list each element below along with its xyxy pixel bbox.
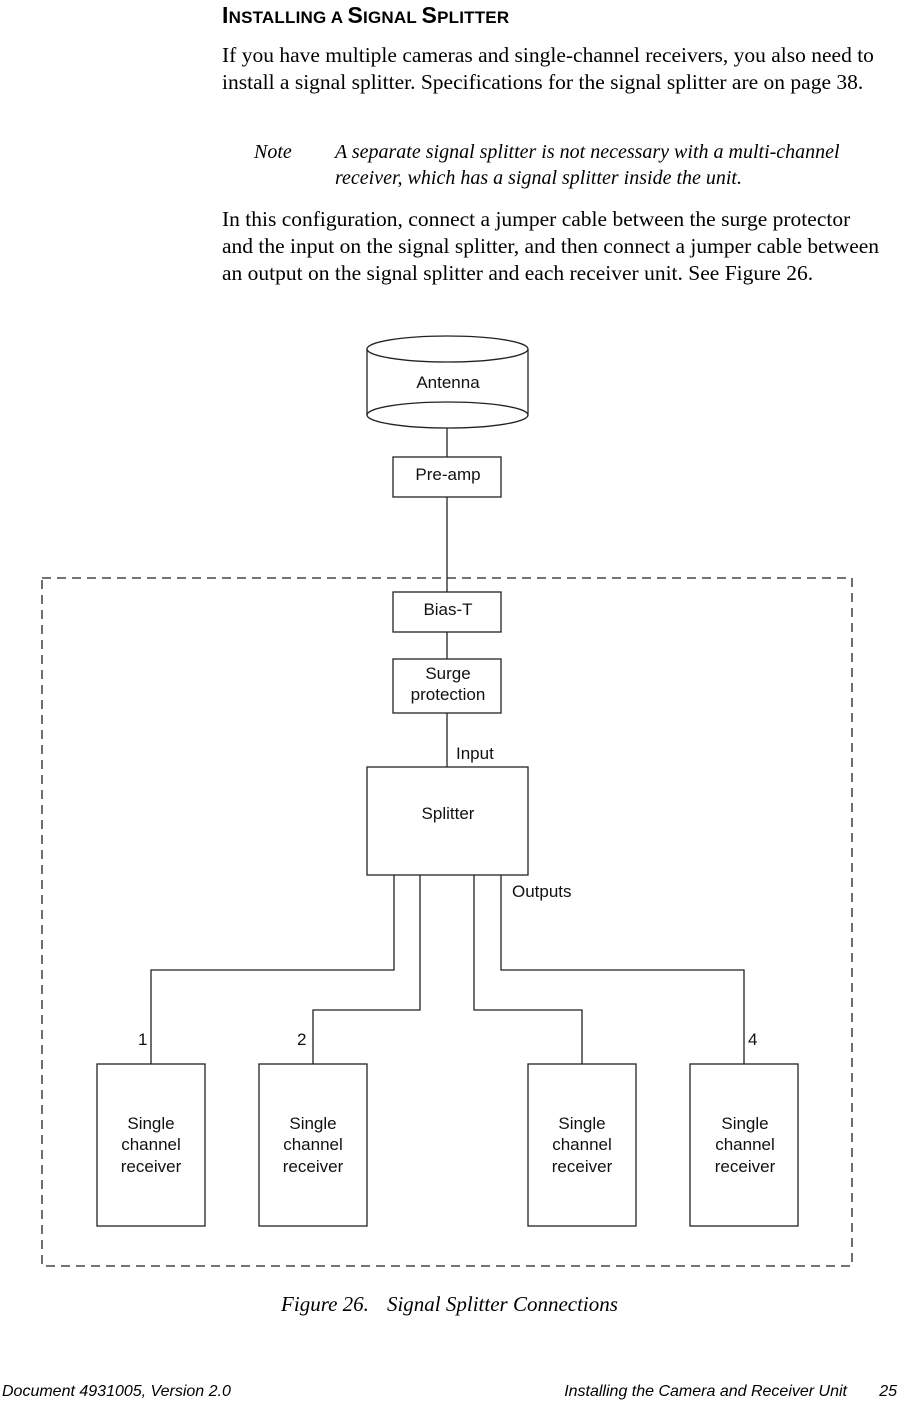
antenna-label: Antenna <box>416 373 480 392</box>
receiver-3-line1: Single <box>558 1114 605 1133</box>
output-cable-1 <box>150 875 395 1064</box>
heading-part: IGNAL <box>363 8 422 27</box>
figure-number: Figure 26. <box>281 1292 369 1316</box>
note-block: Note A separate signal splitter is not n… <box>254 139 894 191</box>
surge-label-line1: Surge <box>425 664 470 683</box>
receiver-4-line3: receiver <box>715 1157 776 1176</box>
receiver-2-line3: receiver <box>283 1157 344 1176</box>
footer-document-id: Document 4931005, Version 2.0 <box>2 1383 231 1400</box>
note-label: Note <box>254 141 292 163</box>
figure-title: Signal Splitter Connections <box>386 1292 618 1316</box>
receiver-1-line3: receiver <box>121 1157 182 1176</box>
splitter-label: Splitter <box>422 804 475 823</box>
bias-t-label: Bias-T <box>423 600 472 619</box>
section-heading: INSTALLING A SIGNAL SPLITTER <box>222 2 509 29</box>
receiver-4-number: 4 <box>748 1030 757 1049</box>
receiver-3-line2: channel <box>552 1135 612 1154</box>
receiver-4-line2: channel <box>715 1135 775 1154</box>
configuration-paragraph: In this configuration, connect a jumper … <box>222 207 880 285</box>
figure-caption: Figure 26. Signal Splitter Connections <box>0 1292 899 1317</box>
footer-page-number: 25 <box>879 1383 897 1400</box>
receiver-1-number: 1 <box>138 1030 147 1049</box>
signal-splitter-diagram: Antenna Pre-amp Bias-T Surge protection … <box>41 335 853 1267</box>
heading-part: S <box>421 2 438 28</box>
receiver-4-line1: Single <box>721 1114 768 1133</box>
footer-chapter-title: Installing the Camera and Receiver Unit <box>564 1383 847 1400</box>
receiver-1-line2: channel <box>121 1135 181 1154</box>
receiver-2-line2: channel <box>283 1135 343 1154</box>
receiver-3-line3: receiver <box>552 1157 613 1176</box>
input-label: Input <box>456 744 494 763</box>
intro-paragraph: If you have multiple cameras and single-… <box>222 43 874 94</box>
heading-part: NSTALLING A <box>228 8 348 27</box>
preamp-label: Pre-amp <box>415 465 480 484</box>
output-cable-4 <box>500 875 745 1064</box>
heading-part: PLITTER <box>437 8 510 27</box>
heading-part: S <box>347 2 364 28</box>
receiver-2-line1: Single <box>289 1114 336 1133</box>
heading-part: I <box>222 2 229 28</box>
receiver-1-line1: Single <box>127 1114 174 1133</box>
surge-label-line2: protection <box>411 685 486 704</box>
outputs-label: Outputs <box>512 882 572 901</box>
note-text: A separate signal splitter is not necess… <box>335 141 840 189</box>
receiver-2-number: 2 <box>297 1030 306 1049</box>
